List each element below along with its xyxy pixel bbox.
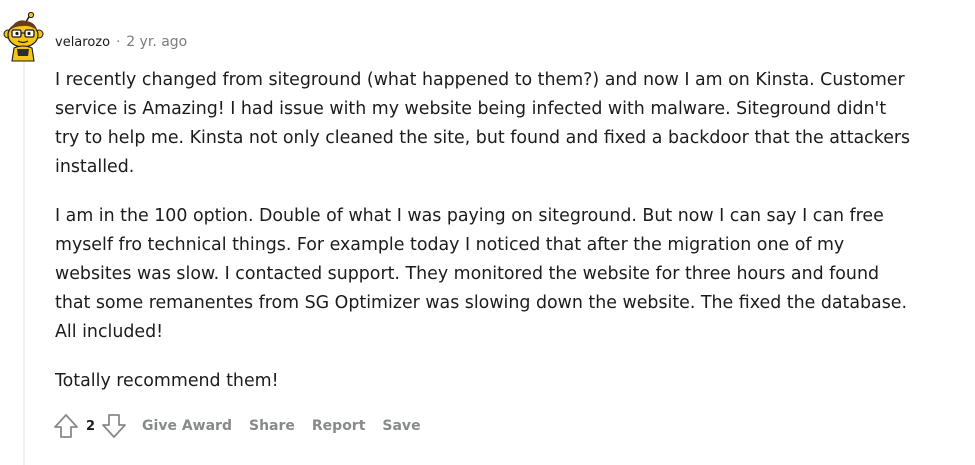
comment-body: I recently changed from siteground (what… (55, 66, 960, 416)
comment-line: service is Amazing! I had issue with my … (55, 99, 887, 119)
comment-line: try to help me. Kinsta not only cleaned … (55, 128, 911, 148)
comment-line: myself fro technical things. For example… (55, 235, 845, 255)
avatar[interactable] (2, 11, 44, 62)
upvote-button[interactable] (52, 412, 80, 440)
comment-action-bar: 2 Give Award Share Report Save (52, 410, 421, 442)
comment-line: I am in the 100 option. Double of what I… (55, 206, 884, 226)
comment-timestamp[interactable]: 2 yr. ago (126, 34, 187, 50)
comment-paragraph: I am in the 100 option. Double of what I… (55, 202, 960, 347)
downvote-arrow-icon (102, 414, 126, 438)
share-button[interactable]: Share (249, 414, 295, 438)
thread-line[interactable] (23, 62, 25, 465)
username-link[interactable]: velarozo (55, 35, 110, 50)
comment: velarozo · 2 yr. ago I recently changed … (0, 0, 975, 465)
comment-line: All included! (55, 322, 164, 342)
give-award-button[interactable]: Give Award (142, 414, 232, 438)
upvote-arrow-icon (54, 414, 78, 438)
comment-line: Totally recommend them! (55, 371, 279, 391)
comment-header: velarozo · 2 yr. ago (55, 32, 187, 52)
save-button[interactable]: Save (382, 414, 420, 438)
comment-paragraph: Totally recommend them! (55, 367, 960, 396)
comment-line: installed. (55, 157, 135, 177)
report-button[interactable]: Report (312, 414, 366, 438)
comment-line: that some remanentes from SG Optimizer w… (55, 293, 907, 313)
snoo-avatar-icon (3, 11, 44, 62)
meta-separator: · (116, 34, 121, 50)
downvote-button[interactable] (100, 412, 128, 440)
comment-line: I recently changed from siteground (what… (55, 70, 905, 90)
vote-count: 2 (86, 418, 96, 434)
comment-line: websites was slow. I contacted support. … (55, 264, 880, 284)
comment-paragraph: I recently changed from siteground (what… (55, 66, 960, 182)
